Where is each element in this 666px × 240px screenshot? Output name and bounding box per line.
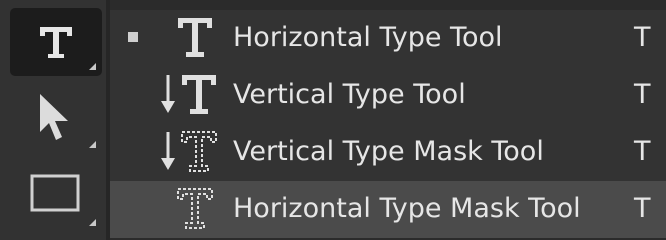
menu-item-label: Horizontal Type Mask Tool — [233, 193, 581, 224]
menu-item-vertical-type-tool[interactable]: Vertical Type Tool T — [110, 67, 666, 124]
menu-item-vertical-type-mask-tool[interactable]: Vertical Type Mask Tool T — [110, 124, 666, 181]
vertical-type-icon — [161, 75, 216, 114]
arrow-cursor-icon — [40, 94, 68, 140]
move-tool-button[interactable] — [10, 86, 102, 154]
menu-item-horizontal-type-tool[interactable]: Horizontal Type Tool T — [110, 10, 666, 67]
tools-panel — [0, 0, 106, 240]
type-tool-button[interactable] — [10, 8, 102, 76]
type-icon — [40, 27, 72, 58]
flyout-indicator-icon — [89, 219, 96, 226]
menu-item-label: Horizontal Type Tool — [233, 22, 503, 53]
flyout-indicator-icon — [89, 63, 96, 70]
selected-bullet-icon — [128, 32, 138, 42]
menu-item-label: Vertical Type Mask Tool — [233, 136, 544, 167]
type-tool-flyout-menu: Horizontal Type Tool T Vertical Type Too… — [110, 10, 666, 238]
menu-item-shortcut: T — [634, 136, 651, 167]
menu-item-horizontal-type-mask-tool[interactable]: Horizontal Type Mask Tool T — [110, 181, 666, 238]
rectangle-tool-button[interactable] — [10, 164, 102, 232]
horizontal-type-icon — [178, 18, 212, 57]
menu-item-label: Vertical Type Tool — [233, 79, 466, 110]
vertical-type-mask-icon — [161, 131, 217, 172]
menu-item-shortcut: T — [634, 79, 651, 110]
menu-item-shortcut: T — [634, 22, 651, 53]
menu-item-shortcut: T — [634, 193, 651, 224]
horizontal-type-mask-icon — [177, 188, 213, 229]
rectangle-icon — [30, 174, 80, 212]
flyout-indicator-icon — [89, 141, 96, 148]
